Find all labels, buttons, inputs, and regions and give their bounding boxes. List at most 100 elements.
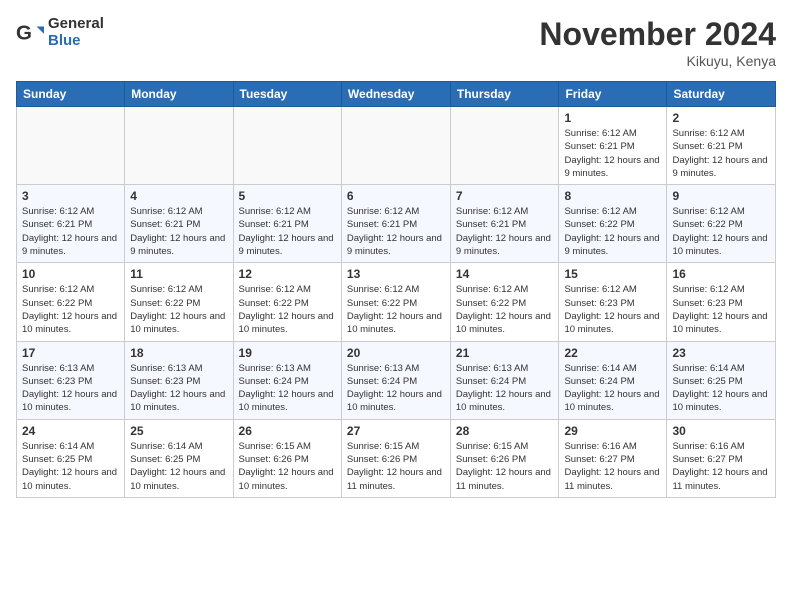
calendar-week-row: 17 Sunrise: 6:13 AM Sunset: 6:23 PM Dayli… bbox=[17, 341, 776, 419]
day-number: 9 bbox=[672, 189, 770, 203]
day-number: 30 bbox=[672, 424, 770, 438]
day-number: 22 bbox=[564, 346, 661, 360]
calendar-cell: 9Sunrise: 6:12 AM Sunset: 6:22 PM Daylig… bbox=[667, 185, 776, 263]
calendar-cell: 23 Sunrise: 6:14 AM Sunset: 6:25 PM Dayli… bbox=[667, 341, 776, 419]
day-info: Sunrise: 6:13 AM Sunset: 6:24 PM Dayligh… bbox=[239, 362, 336, 415]
calendar-cell: 26 Sunrise: 6:15 AM Sunset: 6:26 PM Dayli… bbox=[233, 419, 341, 497]
day-number: 6 bbox=[347, 189, 445, 203]
day-info: Sunrise: 6:12 AM Sunset: 6:22 PM Dayligh… bbox=[130, 283, 227, 336]
day-number: 26 bbox=[239, 424, 336, 438]
day-info: Sunrise: 6:16 AM Sunset: 6:27 PM Dayligh… bbox=[672, 440, 770, 493]
calendar-cell: 22 Sunrise: 6:14 AM Sunset: 6:24 PM Dayli… bbox=[559, 341, 667, 419]
calendar-cell: 4 Sunrise: 6:12 AM Sunset: 6:21 PM Daylig… bbox=[125, 185, 233, 263]
logo-blue: Blue bbox=[48, 33, 104, 50]
day-header-sunday: Sunday bbox=[17, 82, 125, 107]
logo-icon: G bbox=[16, 19, 44, 47]
day-header-friday: Friday bbox=[559, 82, 667, 107]
calendar-cell: 29 Sunrise: 6:16 AM Sunset: 6:27 PM Dayli… bbox=[559, 419, 667, 497]
day-header-saturday: Saturday bbox=[667, 82, 776, 107]
calendar-cell: 21Sunrise: 6:13 AM Sunset: 6:24 PM Dayli… bbox=[450, 341, 559, 419]
day-number: 3 bbox=[22, 189, 119, 203]
calendar-cell: 1 Sunrise: 6:12 AM Sunset: 6:21 PM Daylig… bbox=[559, 107, 667, 185]
logo: G General Blue bbox=[16, 16, 104, 49]
day-info: Sunrise: 6:12 AM Sunset: 6:21 PM Dayligh… bbox=[456, 205, 554, 258]
month-title: November 2024 bbox=[539, 16, 776, 53]
day-info: Sunrise: 6:12 AM Sunset: 6:21 PM Dayligh… bbox=[564, 127, 661, 180]
calendar-week-row: 10Sunrise: 6:12 AM Sunset: 6:22 PM Dayli… bbox=[17, 263, 776, 341]
calendar-cell: 16 Sunrise: 6:12 AM Sunset: 6:23 PM Dayli… bbox=[667, 263, 776, 341]
logo-general: General bbox=[48, 16, 104, 33]
day-info: Sunrise: 6:13 AM Sunset: 6:23 PM Dayligh… bbox=[22, 362, 119, 415]
day-info: Sunrise: 6:12 AM Sunset: 6:21 PM Dayligh… bbox=[130, 205, 227, 258]
day-info: Sunrise: 6:12 AM Sunset: 6:22 PM Dayligh… bbox=[239, 283, 336, 336]
calendar-cell: 19Sunrise: 6:13 AM Sunset: 6:24 PM Dayli… bbox=[233, 341, 341, 419]
calendar-cell: 5 Sunrise: 6:12 AM Sunset: 6:21 PM Daylig… bbox=[233, 185, 341, 263]
calendar-cell: 13 Sunrise: 6:12 AM Sunset: 6:22 PM Dayli… bbox=[341, 263, 450, 341]
calendar-cell bbox=[233, 107, 341, 185]
day-info: Sunrise: 6:12 AM Sunset: 6:21 PM Dayligh… bbox=[239, 205, 336, 258]
day-info: Sunrise: 6:12 AM Sunset: 6:22 PM Dayligh… bbox=[564, 205, 661, 258]
day-number: 17 bbox=[22, 346, 119, 360]
day-info: Sunrise: 6:13 AM Sunset: 6:24 PM Dayligh… bbox=[347, 362, 445, 415]
day-info: Sunrise: 6:12 AM Sunset: 6:22 PM Dayligh… bbox=[456, 283, 554, 336]
day-info: Sunrise: 6:12 AM Sunset: 6:21 PM Dayligh… bbox=[672, 127, 770, 180]
day-info: Sunrise: 6:12 AM Sunset: 6:21 PM Dayligh… bbox=[347, 205, 445, 258]
calendar-cell: 27Sunrise: 6:15 AM Sunset: 6:26 PM Dayli… bbox=[341, 419, 450, 497]
day-number: 18 bbox=[130, 346, 227, 360]
calendar-cell: 15 Sunrise: 6:12 AM Sunset: 6:23 PM Dayli… bbox=[559, 263, 667, 341]
day-number: 4 bbox=[130, 189, 227, 203]
calendar-cell bbox=[125, 107, 233, 185]
day-number: 13 bbox=[347, 267, 445, 281]
day-header-tuesday: Tuesday bbox=[233, 82, 341, 107]
day-info: Sunrise: 6:14 AM Sunset: 6:25 PM Dayligh… bbox=[130, 440, 227, 493]
calendar-week-row: 24 Sunrise: 6:14 AM Sunset: 6:25 PM Dayli… bbox=[17, 419, 776, 497]
calendar-cell: 10Sunrise: 6:12 AM Sunset: 6:22 PM Dayli… bbox=[17, 263, 125, 341]
day-number: 5 bbox=[239, 189, 336, 203]
day-info: Sunrise: 6:14 AM Sunset: 6:24 PM Dayligh… bbox=[564, 362, 661, 415]
day-number: 24 bbox=[22, 424, 119, 438]
logo-text: General Blue bbox=[48, 16, 104, 49]
day-number: 23 bbox=[672, 346, 770, 360]
calendar-cell: 12 Sunrise: 6:12 AM Sunset: 6:22 PM Dayli… bbox=[233, 263, 341, 341]
day-number: 29 bbox=[564, 424, 661, 438]
day-info: Sunrise: 6:12 AM Sunset: 6:23 PM Dayligh… bbox=[564, 283, 661, 336]
day-info: Sunrise: 6:14 AM Sunset: 6:25 PM Dayligh… bbox=[672, 362, 770, 415]
day-info: Sunrise: 6:14 AM Sunset: 6:25 PM Dayligh… bbox=[22, 440, 119, 493]
day-info: Sunrise: 6:15 AM Sunset: 6:26 PM Dayligh… bbox=[347, 440, 445, 493]
day-number: 15 bbox=[564, 267, 661, 281]
calendar-header-row: SundayMondayTuesdayWednesdayThursdayFrid… bbox=[17, 82, 776, 107]
day-number: 1 bbox=[564, 111, 661, 125]
day-info: Sunrise: 6:12 AM Sunset: 6:22 PM Dayligh… bbox=[347, 283, 445, 336]
calendar-cell: 30 Sunrise: 6:16 AM Sunset: 6:27 PM Dayli… bbox=[667, 419, 776, 497]
calendar-cell: 7 Sunrise: 6:12 AM Sunset: 6:21 PM Daylig… bbox=[450, 185, 559, 263]
day-header-monday: Monday bbox=[125, 82, 233, 107]
day-info: Sunrise: 6:15 AM Sunset: 6:26 PM Dayligh… bbox=[239, 440, 336, 493]
calendar-cell: 8Sunrise: 6:12 AM Sunset: 6:22 PM Daylig… bbox=[559, 185, 667, 263]
calendar-cell bbox=[450, 107, 559, 185]
calendar-cell bbox=[17, 107, 125, 185]
title-section: November 2024 Kikuyu, Kenya bbox=[539, 16, 776, 69]
location: Kikuyu, Kenya bbox=[539, 53, 776, 69]
day-number: 11 bbox=[130, 267, 227, 281]
day-number: 2 bbox=[672, 111, 770, 125]
day-number: 12 bbox=[239, 267, 336, 281]
day-number: 7 bbox=[456, 189, 554, 203]
day-number: 14 bbox=[456, 267, 554, 281]
day-header-wednesday: Wednesday bbox=[341, 82, 450, 107]
calendar-cell: 20 Sunrise: 6:13 AM Sunset: 6:24 PM Dayli… bbox=[341, 341, 450, 419]
calendar-cell: 2 Sunrise: 6:12 AM Sunset: 6:21 PM Daylig… bbox=[667, 107, 776, 185]
day-info: Sunrise: 6:16 AM Sunset: 6:27 PM Dayligh… bbox=[564, 440, 661, 493]
calendar-cell: 14 Sunrise: 6:12 AM Sunset: 6:22 PM Dayli… bbox=[450, 263, 559, 341]
day-info: Sunrise: 6:15 AM Sunset: 6:26 PM Dayligh… bbox=[456, 440, 554, 493]
day-info: Sunrise: 6:12 AM Sunset: 6:22 PM Dayligh… bbox=[22, 283, 119, 336]
calendar-week-row: 3 Sunrise: 6:12 AM Sunset: 6:21 PM Daylig… bbox=[17, 185, 776, 263]
calendar-cell: 6 Sunrise: 6:12 AM Sunset: 6:21 PM Daylig… bbox=[341, 185, 450, 263]
day-number: 20 bbox=[347, 346, 445, 360]
day-info: Sunrise: 6:13 AM Sunset: 6:23 PM Dayligh… bbox=[130, 362, 227, 415]
svg-text:G: G bbox=[16, 21, 32, 44]
day-info: Sunrise: 6:12 AM Sunset: 6:23 PM Dayligh… bbox=[672, 283, 770, 336]
day-info: Sunrise: 6:13 AM Sunset: 6:24 PM Dayligh… bbox=[456, 362, 554, 415]
calendar-cell: 25Sunrise: 6:14 AM Sunset: 6:25 PM Dayli… bbox=[125, 419, 233, 497]
day-number: 16 bbox=[672, 267, 770, 281]
day-header-thursday: Thursday bbox=[450, 82, 559, 107]
